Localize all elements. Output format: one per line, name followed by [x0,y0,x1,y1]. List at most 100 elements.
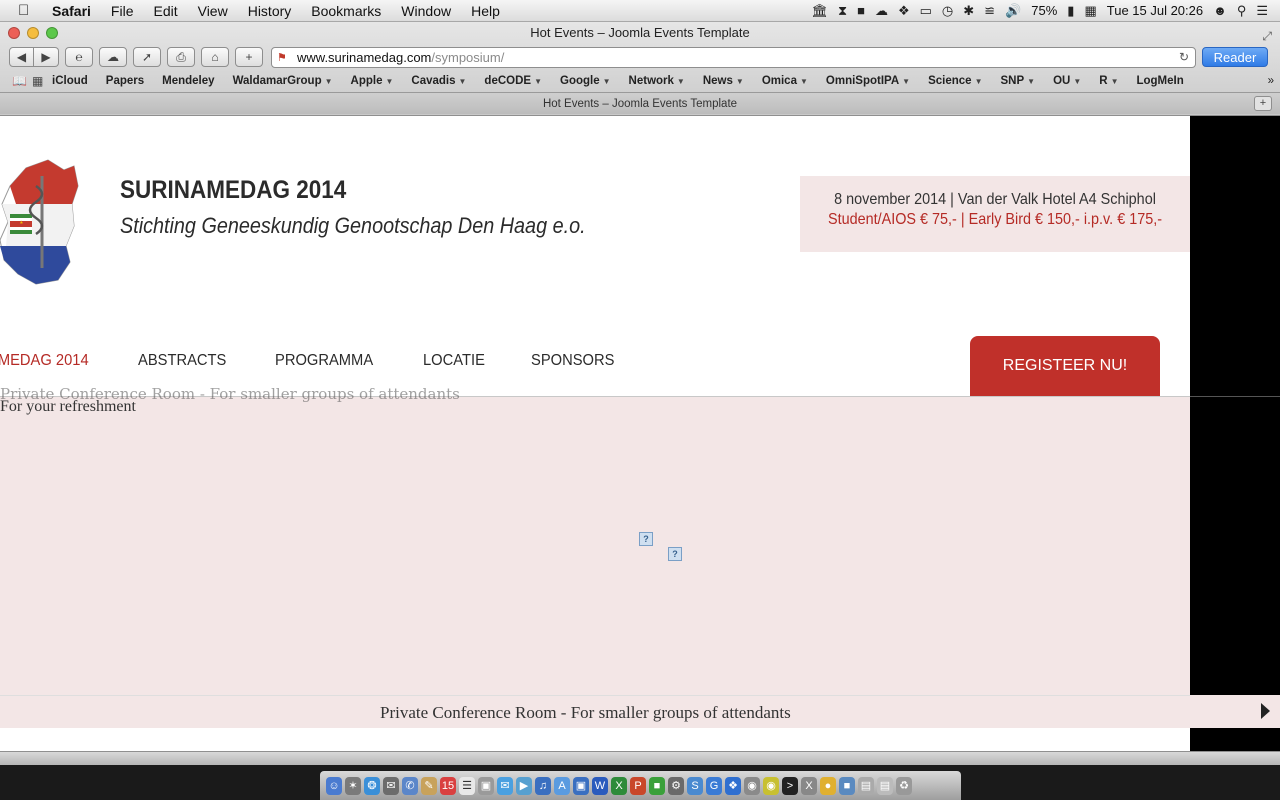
bookmark-apple[interactable]: Apple ▼ [351,75,394,87]
photos-icon[interactable]: ▣ [478,776,494,795]
fullscreen-icon[interactable]: ⤢ [1262,25,1272,47]
next-slide-arrow-icon[interactable] [1261,703,1270,719]
reading-list-icon[interactable]: 📖 [12,74,32,88]
site-title[interactable]: SURINAMEDAG 2014 [120,176,346,205]
word-icon[interactable]: W [592,776,608,795]
notification-list-icon[interactable]: ☰ [1256,3,1268,19]
bookmark-snp[interactable]: SNP ▼ [1001,75,1036,87]
trash-icon[interactable]: ♻ [896,776,912,795]
close-window-button[interactable] [8,27,20,39]
bookmark-logmein[interactable]: LogMeIn [1136,75,1183,87]
airplay-icon[interactable]: ▭ [920,3,932,19]
dropbox-icon[interactable]: ❖ [898,3,910,19]
preview-icon[interactable]: ▣ [573,776,589,795]
bookmark-icloud[interactable]: iCloud [52,75,88,87]
evernote-icon[interactable]: ■ [857,3,865,18]
print-icon[interactable]: ⎙ [167,47,195,67]
bookmark-ou[interactable]: OU ▼ [1053,75,1081,87]
bookmark-waldamargroup[interactable]: WaldamarGroup ▼ [233,75,333,87]
battery-icon[interactable]: ▮ [1067,3,1074,19]
new-tab-button[interactable]: + [1254,96,1272,111]
chat-icon[interactable]: ■ [839,776,855,795]
menu-view[interactable]: View [188,3,238,19]
terminal-icon[interactable]: > [782,776,798,795]
finder-icon[interactable]: ☺ [326,776,342,795]
facetime-icon[interactable]: ▶ [516,776,532,795]
bookmark-papers[interactable]: Papers [106,75,144,87]
cloud-icon[interactable]: ☁ [875,3,888,19]
menu-window[interactable]: Window [391,3,461,19]
menu-edit[interactable]: Edit [143,3,187,19]
safari-icon[interactable]: ❂ [364,776,380,795]
bookmark-network[interactable]: Network ▼ [629,75,685,87]
messages-icon[interactable]: ✉ [497,776,513,795]
system-preferences-icon[interactable]: ⚙ [668,776,684,795]
evernote-dock-icon[interactable]: ■ [649,776,665,795]
home-icon[interactable]: ⌂ [201,47,229,67]
bookmark-science[interactable]: Science ▼ [928,75,982,87]
nav-item-surinamedag[interactable]: AMEDAG 2014 [0,352,89,374]
volume-icon[interactable]: 🔊 [1005,3,1021,19]
menu-help[interactable]: Help [461,3,510,19]
excel-icon[interactable]: X [611,776,627,795]
bookmark-omnispotipa[interactable]: OmniSpotIPA ▼ [826,75,910,87]
documents-stack-icon[interactable]: ▤ [858,776,874,795]
ie-view-icon[interactable]: ℮ [65,47,93,67]
nav-item-programma[interactable]: PROGRAMMA [275,352,373,374]
user-icon[interactable]: ☻ [1213,3,1227,18]
downloads-stack-icon[interactable]: ▤ [877,776,893,795]
nav-item-sponsors[interactable]: SPONSORS [531,352,614,374]
bookmark-r[interactable]: R ▼ [1099,75,1118,87]
papers-icon[interactable]: ◉ [763,776,779,795]
bookmark-cavadis[interactable]: Cavadis ▼ [411,75,466,87]
time-machine-icon[interactable]: ◷ [942,3,953,19]
register-button[interactable]: REGISTEER NU! [970,336,1160,396]
menubar-clock[interactable]: Tue 15 Jul 20:26 [1107,3,1203,18]
more-bookmarks-icon[interactable]: » [1268,75,1274,87]
forward-button[interactable]: ▶ [34,47,59,67]
bookmark-google[interactable]: Google ▼ [560,75,611,87]
spotlight-search-icon[interactable]: ⚲ [1237,3,1247,19]
calendar-icon[interactable]: 15 [440,776,456,795]
site-logo[interactable] [0,156,80,286]
back-button[interactable]: ◀ [9,47,34,67]
itunes-icon[interactable]: ♫ [535,776,551,795]
mail-icon[interactable]: ✉ [383,776,399,795]
powerpoint-icon[interactable]: P [630,776,646,795]
broadcast-icon[interactable]: ⧗ [838,3,847,19]
address-bar[interactable]: ⚑ www.surinamedag.com /symposium/ ↻ [271,46,1196,68]
zoom-window-button[interactable] [46,27,58,39]
reload-icon[interactable]: ↻ [1179,50,1189,64]
bookmark-mendeley[interactable]: Mendeley [162,75,214,87]
bluetooth-icon[interactable]: ✱ [963,3,974,19]
bank-icon[interactable]: 🏛 [811,3,828,19]
menu-app-safari[interactable]: Safari [40,3,101,19]
calendar-icon[interactable]: ▦ [1084,3,1096,19]
menu-file[interactable]: File [101,3,144,19]
contacts-icon[interactable]: ✆ [402,776,418,795]
share-icon[interactable]: ➚ [133,47,161,67]
tab-title[interactable]: Hot Events – Joomla Events Template [543,98,737,110]
app-store-icon[interactable]: A [554,776,570,795]
minimize-window-button[interactable] [27,27,39,39]
wifi-icon[interactable]: ≌ [984,3,995,19]
battery-percent[interactable]: 75% [1031,3,1057,18]
menu-bookmarks[interactable]: Bookmarks [301,3,391,19]
launchpad-icon[interactable]: ✶ [345,776,361,795]
x11-icon[interactable]: X [801,776,817,795]
google-chrome-icon[interactable]: G [706,776,722,795]
notes-icon[interactable]: ✎ [421,776,437,795]
menu-history[interactable]: History [238,3,302,19]
nav-item-locatie[interactable]: LOCATIE [423,352,485,374]
dropbox-dock-icon[interactable]: ❖ [725,776,741,795]
add-bookmark-button[interactable]: + [235,47,263,67]
nav-item-abstracts[interactable]: ABSTRACTS [138,352,226,374]
apple-menu-icon[interactable]:  [18,2,40,19]
reader-button[interactable]: Reader [1202,47,1268,67]
reminders-icon[interactable]: ☰ [459,776,475,795]
bookmark-news[interactable]: News ▼ [703,75,744,87]
utility-icon[interactable]: ◉ [744,776,760,795]
top-sites-icon[interactable]: ▦ [32,74,52,88]
bookmark-decode[interactable]: deCODE ▼ [484,75,542,87]
skype-icon[interactable]: S [687,776,703,795]
